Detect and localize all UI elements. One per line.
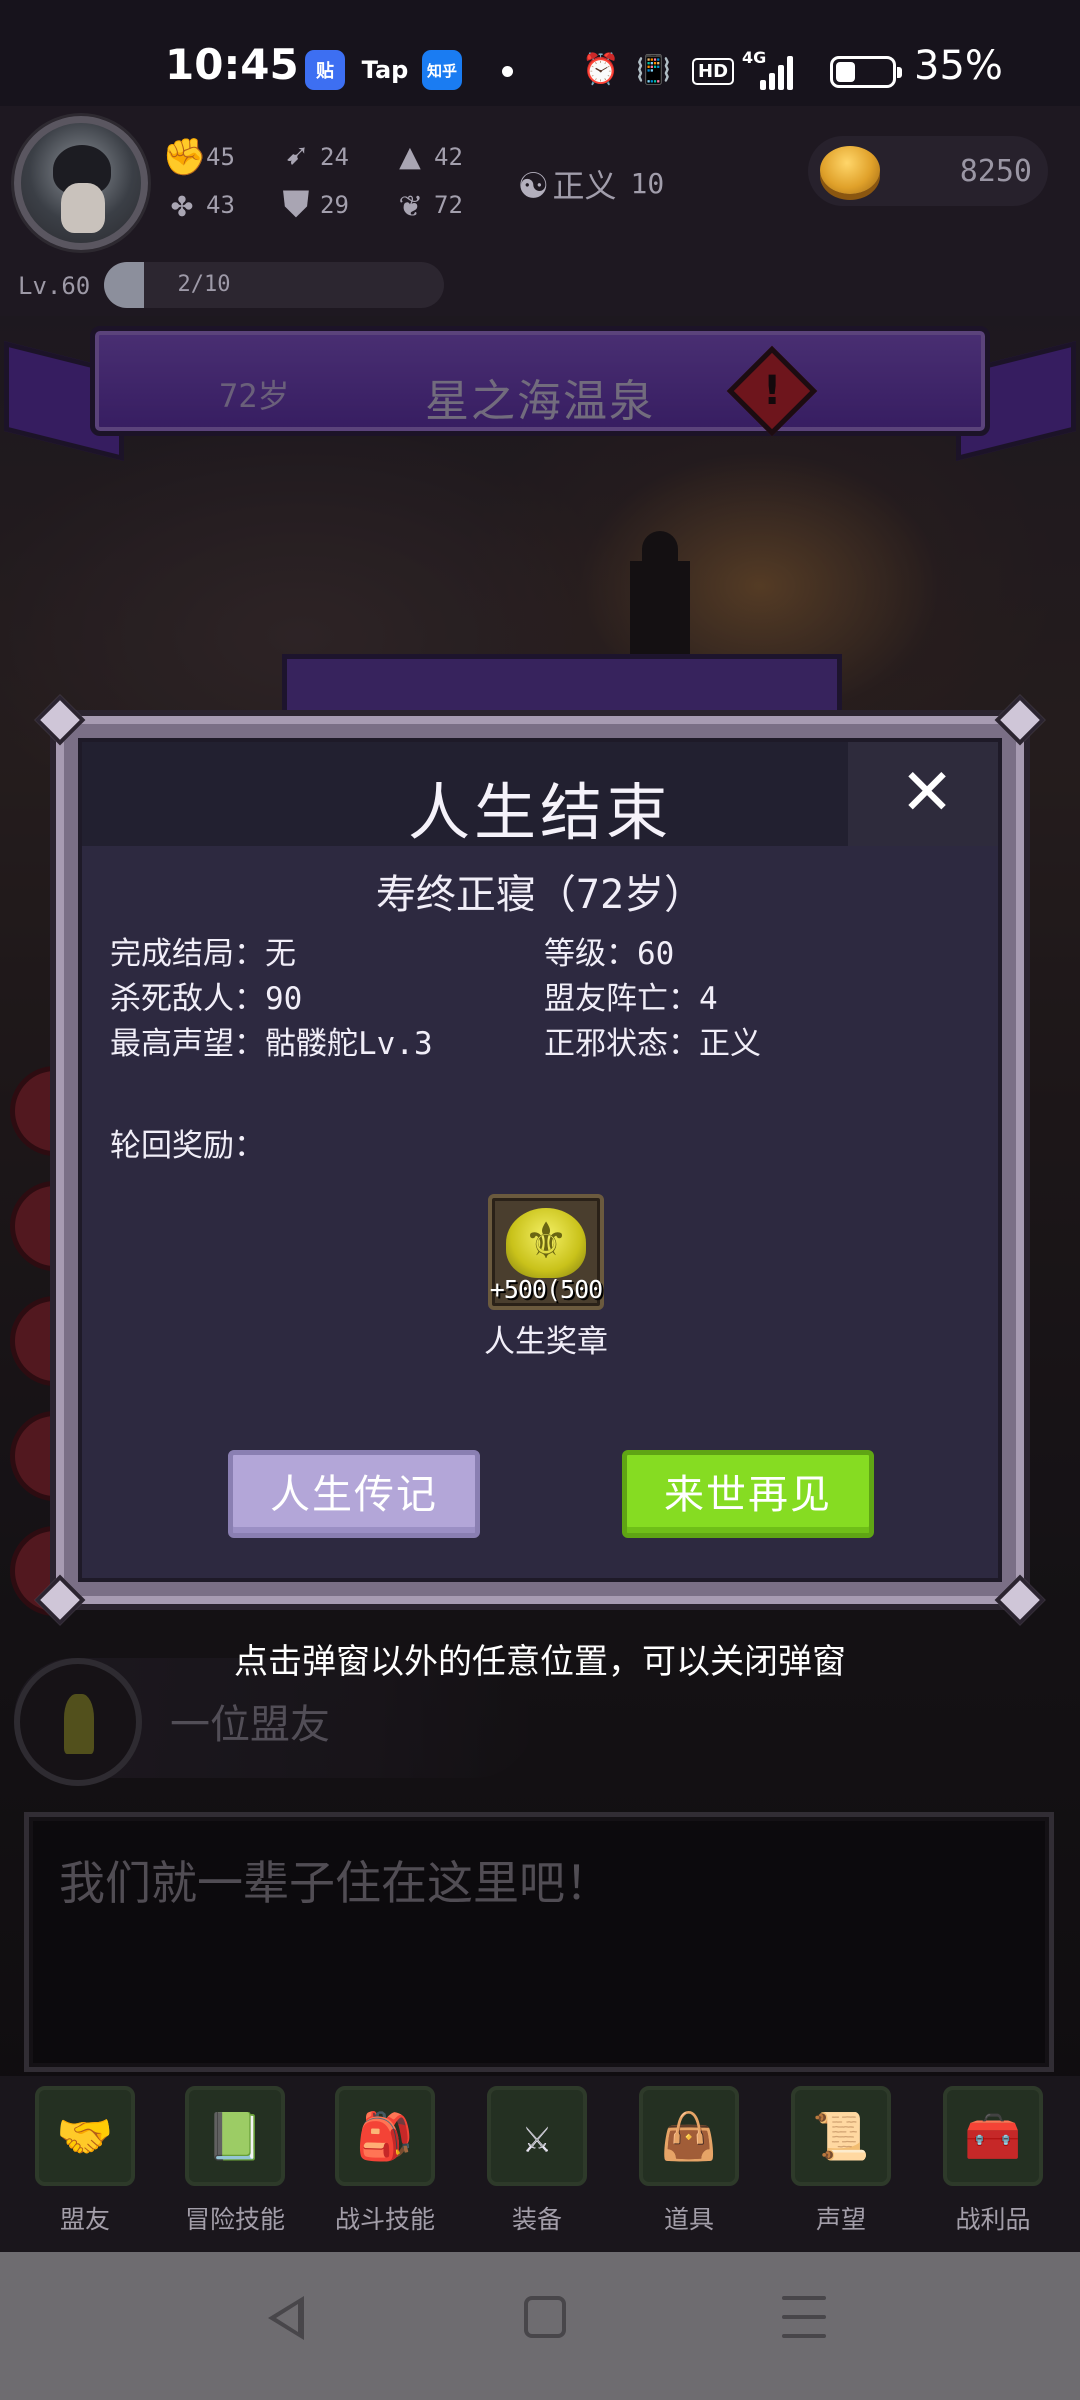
tab-label: 冒险技能: [184, 2205, 285, 2234]
life-end-modal: 人生结束 ✕ 寿终正寝（72岁） 完成结局：无 杀死敌人：90 最高声望：骷髅舵…: [34, 694, 1046, 1626]
yin-yang-icon: ☯: [520, 158, 547, 209]
biography-button[interactable]: 人生传记: [228, 1450, 480, 1538]
vibrate-icon: 📳: [636, 53, 671, 86]
info-top-reputation: 最高声望：骷髅舵Lv.3: [110, 1026, 433, 1062]
reward-name: 人生奖章: [484, 1324, 608, 1360]
info-allies-fallen: 盟友阵亡：4: [544, 981, 718, 1017]
reward-amount: +500(500: [489, 1275, 603, 1304]
alignment-label: 正义: [552, 166, 617, 205]
tab-combat-skills[interactable]: 🎒 战斗技能: [320, 2086, 450, 2246]
armor-icon: ⛊: [282, 184, 310, 225]
swords-icon: ⚔: [487, 2086, 587, 2186]
alignment-indicator: ☯ 正义 10: [520, 158, 664, 209]
stat-agility: ➹ 24: [276, 136, 349, 177]
status-time: 10:45: [165, 40, 299, 89]
back-icon[interactable]: [268, 2296, 304, 2340]
close-icon: ✕: [900, 756, 954, 830]
allies-icon: 🤝: [35, 2086, 135, 2186]
info-level: 等级：60: [544, 936, 675, 972]
stat-strength: ✊ 45: [162, 136, 235, 178]
tab-label: 战斗技能: [334, 2205, 435, 2234]
gold-value: 8250: [959, 154, 1032, 189]
close-button[interactable]: ✕: [848, 742, 998, 846]
gold-counter: 8250: [808, 136, 1048, 206]
fist-icon: ✊: [162, 137, 207, 178]
stat-value: 45: [206, 143, 235, 171]
player-avatar[interactable]: [14, 116, 148, 250]
info-alignment: 正邪状态：正义: [544, 1026, 761, 1062]
notification-dot-icon: [502, 66, 513, 77]
book-icon: 📗: [185, 2086, 285, 2186]
taptap-app-icon: Tap: [361, 56, 409, 84]
gold-coin-icon: [820, 146, 880, 194]
death-cause: 寿终正寝（72岁）: [375, 872, 705, 918]
tab-equipment[interactable]: ⚔ 装备: [472, 2086, 602, 2246]
lotus-icon: ❦: [399, 184, 421, 225]
next-life-button[interactable]: 来世再见: [622, 1450, 874, 1538]
reward-title: 轮回奖励：: [110, 1128, 265, 1164]
level-progress-text: 2/10: [177, 272, 231, 297]
tab-reputation[interactable]: 📜 声望: [776, 2086, 906, 2246]
player-level: Lv.60: [18, 272, 91, 300]
info-endings: 完成结局：无: [110, 936, 296, 972]
signal-icon: [760, 56, 796, 90]
tab-label: 装备: [511, 2205, 562, 2234]
tab-label: 战利品: [955, 2205, 1031, 2234]
scroll-icon: 📜: [791, 2086, 891, 2186]
status-bar: 10:45 贴 Tap 知乎 ⏰ 📳 HD 4G 35%: [0, 0, 1080, 106]
close-hint: 点击弹窗以外的任意位置，可以关闭弹窗: [234, 1642, 846, 1682]
boot-icon: ➹: [285, 136, 307, 177]
life-medal-reward[interactable]: +500(500: [488, 1194, 604, 1310]
hd-icon: HD: [692, 58, 735, 85]
tab-label: 盟友: [59, 2205, 110, 2234]
system-nav-bar: [0, 2252, 1080, 2400]
stat-value: 72: [434, 190, 463, 219]
stat-spirit: ❦ 72: [390, 184, 463, 225]
backpack-icon: 🎒: [335, 2086, 435, 2186]
tab-adventure-skills[interactable]: 📗 冒险技能: [170, 2086, 300, 2246]
stat-luck: ✤ 43: [162, 184, 235, 225]
tab-label: 声望: [815, 2205, 866, 2234]
battery-percent: 35%: [914, 43, 1003, 89]
modal-header: 人生结束 ✕: [82, 742, 998, 849]
info-kills: 杀死敌人：90: [110, 981, 303, 1017]
stat-value: 42: [434, 142, 463, 171]
tab-items[interactable]: 👜 道具: [624, 2086, 754, 2246]
stat-magic: ▲ 42: [390, 136, 463, 177]
clover-icon: ✤: [171, 184, 193, 225]
pouch-icon: 👜: [639, 2086, 739, 2186]
alarm-icon: ⏰: [582, 52, 620, 87]
modal-body: 人生结束 ✕ 寿终正寝（72岁） 完成结局：无 杀死敌人：90 最高声望：骷髅舵…: [78, 738, 1002, 1582]
bottom-tab-bar: 🤝 盟友 📗 冒险技能 🎒 战斗技能 ⚔ 装备 👜 道具 📜 声望 🧰 战利品: [0, 2076, 1080, 2252]
zhihu-app-icon: 知乎: [422, 50, 462, 90]
stat-value: 43: [206, 190, 235, 219]
tab-label: 道具: [663, 2205, 714, 2234]
menu-icon[interactable]: [782, 2296, 826, 2338]
tab-allies[interactable]: 🤝 盟友: [20, 2086, 150, 2246]
alignment-value: 10: [630, 167, 665, 200]
game-header: ✊ 45 ➹ 24 ▲ 42 ✤ 43 ⛊ 29 ❦ 72 ☯ 正义 10 82…: [0, 106, 1080, 316]
stat-value: 29: [320, 191, 349, 219]
stat-defense: ⛊ 29: [276, 184, 349, 226]
medal-icon: [506, 1208, 586, 1278]
chest-icon: 🧰: [943, 2086, 1043, 2186]
stat-value: 24: [320, 142, 349, 171]
level-progress-bar: 2/10: [104, 262, 444, 308]
battery-icon: [830, 56, 902, 88]
wizard-hat-icon: ▲: [399, 136, 421, 177]
tieba-app-icon: 贴: [305, 50, 345, 90]
tab-loot[interactable]: 🧰 战利品: [928, 2086, 1058, 2246]
home-icon[interactable]: [524, 2296, 566, 2338]
